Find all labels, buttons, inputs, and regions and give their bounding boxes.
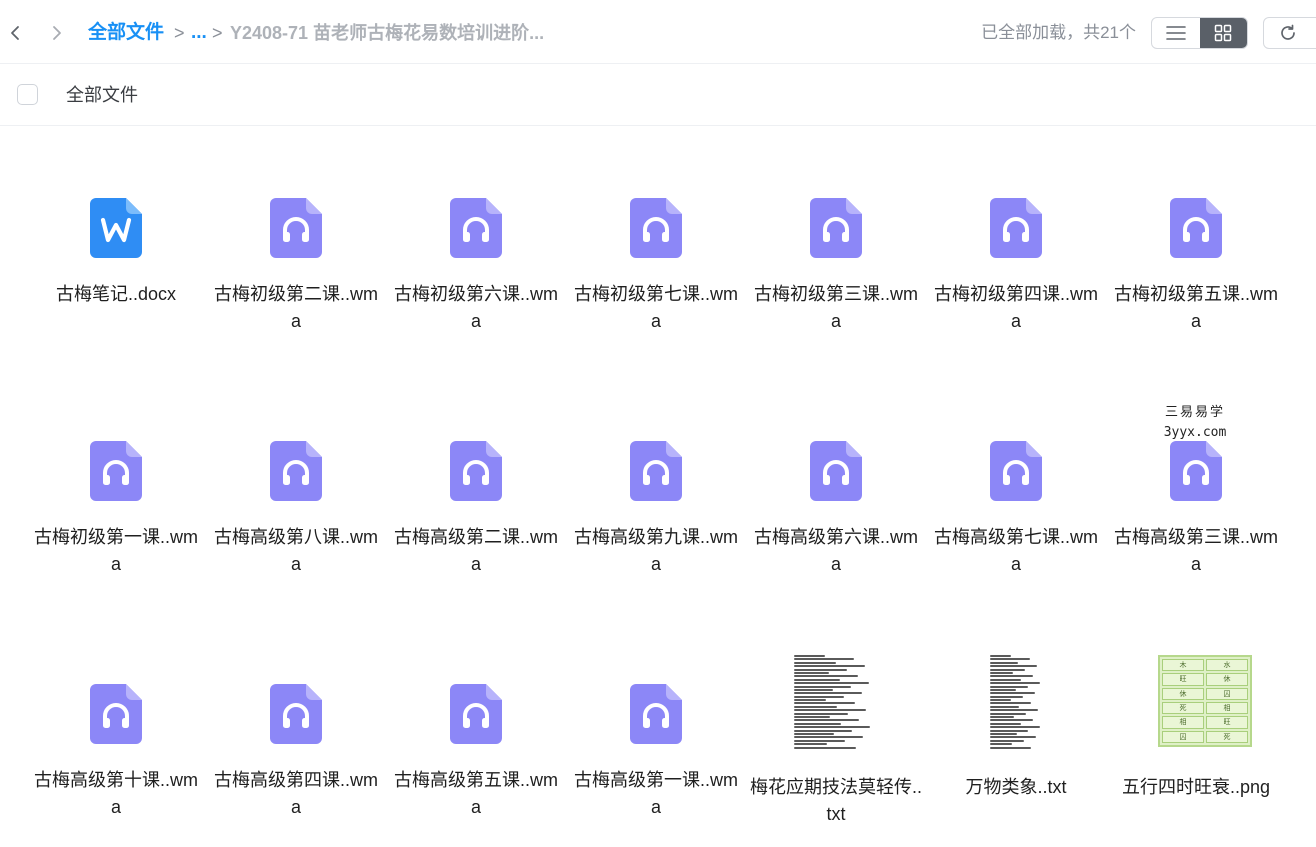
select-all-checkbox[interactable] <box>17 84 38 105</box>
file-item[interactable]: 古梅初级第三课..wma <box>746 126 926 346</box>
text-file-thumbnail <box>792 652 874 750</box>
audio-file-icon <box>1170 441 1222 501</box>
file-name: 古梅高级第六课..wma <box>754 527 918 574</box>
file-item[interactable]: 古梅初级第四课..wma <box>926 126 1106 346</box>
toolbar: 全部文件 > ... > Y2408-71 苗老师古梅花易数培训进阶... 已全… <box>0 0 1316 64</box>
file-name: 梅花应期技法莫轻传..txt <box>750 777 923 824</box>
text-file-thumbnail <box>988 652 1044 750</box>
file-item[interactable]: 古梅高级第六课..wma <box>746 369 926 589</box>
refresh-button[interactable] <box>1263 17 1316 49</box>
audio-file-icon <box>90 441 142 501</box>
audio-file-icon <box>990 198 1042 258</box>
audio-file-icon <box>450 441 502 501</box>
file-name: 古梅初级第六课..wma <box>394 284 558 331</box>
file-item[interactable]: 古梅初级第七课..wma <box>566 126 746 346</box>
list-header: 全部文件 <box>0 64 1316 126</box>
thumbnail-cell: 休 <box>1206 673 1248 686</box>
thumbnail-cell: 休 <box>1162 687 1204 700</box>
file-name: 古梅初级第七课..wma <box>574 284 738 331</box>
file-name: 古梅高级第三课..wma <box>1114 527 1278 574</box>
file-name: 古梅高级第七课..wma <box>934 527 1098 574</box>
file-name: 古梅笔记..docx <box>55 284 177 304</box>
breadcrumb-root[interactable]: 全部文件 <box>88 20 164 46</box>
file-item[interactable]: 古梅高级第四课..wma <box>206 612 386 832</box>
grid-view-button[interactable] <box>1199 18 1247 48</box>
file-item[interactable]: 古梅笔记..docx <box>26 126 206 346</box>
file-name: 古梅高级第十课..wma <box>34 770 198 817</box>
audio-file-icon <box>450 198 502 258</box>
file-name: 古梅初级第三课..wma <box>754 284 918 331</box>
thumbnail-cell: 死 <box>1162 701 1204 715</box>
thumbnail-cell: 旺 <box>1162 673 1204 686</box>
thumbnail-cell: 木 <box>1162 659 1204 672</box>
chevron-left-icon <box>11 26 19 40</box>
audio-file-icon <box>450 684 502 744</box>
file-item[interactable]: 梅花应期技法莫轻传..txt <box>746 612 926 832</box>
grid-icon <box>1215 24 1232 42</box>
file-item[interactable]: 古梅高级第二课..wma <box>386 369 566 589</box>
list-header-label: 全部文件 <box>66 85 138 105</box>
breadcrumb-separator: > <box>174 23 185 43</box>
file-name: 古梅高级第四课..wma <box>214 770 378 817</box>
audio-file-icon <box>1170 198 1222 258</box>
audio-file-icon <box>810 441 862 501</box>
audio-file-icon <box>630 684 682 744</box>
file-name: 古梅高级第八课..wma <box>214 527 378 574</box>
load-status: 已全部加载，共21个 <box>981 23 1136 42</box>
audio-file-icon <box>630 441 682 501</box>
audio-file-icon <box>990 441 1042 501</box>
audio-file-icon <box>630 198 682 258</box>
thumbnail-cell: 死 <box>1206 730 1248 743</box>
file-item[interactable]: 古梅高级第八课..wma <box>206 369 386 589</box>
file-name: 古梅初级第四课..wma <box>934 284 1098 331</box>
file-item[interactable]: 古梅高级第七课..wma <box>926 369 1106 589</box>
thumbnail-cell: 囚 <box>1162 730 1204 743</box>
file-item[interactable]: 古梅高级第三课..wma <box>1106 369 1286 589</box>
thumbnail-cell: 水 <box>1206 659 1248 672</box>
file-item[interactable]: 古梅初级第五课..wma <box>1106 126 1286 346</box>
file-name: 古梅高级第一课..wma <box>574 770 738 817</box>
thumbnail-cell: 相 <box>1162 716 1204 729</box>
forward-button[interactable] <box>45 20 69 46</box>
breadcrumb-separator: > <box>212 23 223 43</box>
file-name: 古梅初级第二课..wma <box>214 284 378 331</box>
image-file-thumbnail: 木水旺休休囚死相相旺囚死 <box>1158 655 1252 747</box>
audio-file-icon <box>270 441 322 501</box>
file-name: 古梅高级第五课..wma <box>394 770 558 817</box>
list-view-button[interactable] <box>1152 18 1200 48</box>
file-name: 古梅高级第二课..wma <box>394 527 558 574</box>
back-button[interactable] <box>3 20 27 46</box>
file-item[interactable]: 古梅高级第一课..wma <box>566 612 746 832</box>
file-item[interactable]: 古梅初级第六课..wma <box>386 126 566 346</box>
file-item[interactable]: 古梅高级第五课..wma <box>386 612 566 832</box>
file-name: 古梅初级第五课..wma <box>1114 284 1278 331</box>
file-name: 五行四时旺衰..png <box>1121 777 1271 797</box>
audio-file-icon <box>270 198 322 258</box>
breadcrumb-current-folder: Y2408-71 苗老师古梅花易数培训进阶... <box>230 23 545 43</box>
chevron-right-icon <box>53 26 61 40</box>
file-item[interactable]: 古梅初级第二课..wma <box>206 126 386 346</box>
thumbnail-cell: 囚 <box>1206 687 1248 700</box>
thumbnail-cell: 相 <box>1206 701 1248 715</box>
file-item[interactable]: 古梅高级第九课..wma <box>566 369 746 589</box>
file-item[interactable]: 万物类象..txt <box>926 612 1106 832</box>
file-item[interactable]: 古梅高级第十课..wma <box>26 612 206 832</box>
watermark-line-2: 3yyx.com <box>1163 425 1227 440</box>
file-item[interactable]: 古梅初级第一课..wma <box>26 369 206 589</box>
file-item[interactable]: 木水旺休休囚死相相旺囚死五行四时旺衰..png <box>1106 612 1286 832</box>
watermark-line-1: 三易易学 <box>1164 405 1225 420</box>
file-name: 万物类象..txt <box>965 777 1067 797</box>
watermark: 三易易学 3yyx.com <box>1155 403 1235 443</box>
list-icon <box>1165 26 1186 40</box>
thumbnail-cell: 旺 <box>1206 716 1248 729</box>
audio-file-icon <box>270 684 322 744</box>
file-name: 古梅初级第一课..wma <box>34 527 198 574</box>
breadcrumb-ellipsis[interactable]: ... <box>191 20 207 46</box>
refresh-icon <box>1281 24 1295 40</box>
audio-file-icon <box>810 198 862 258</box>
audio-file-icon <box>90 684 142 744</box>
view-toggle <box>1151 17 1248 49</box>
file-name: 古梅高级第九课..wma <box>574 527 738 574</box>
word-file-icon <box>90 198 142 258</box>
